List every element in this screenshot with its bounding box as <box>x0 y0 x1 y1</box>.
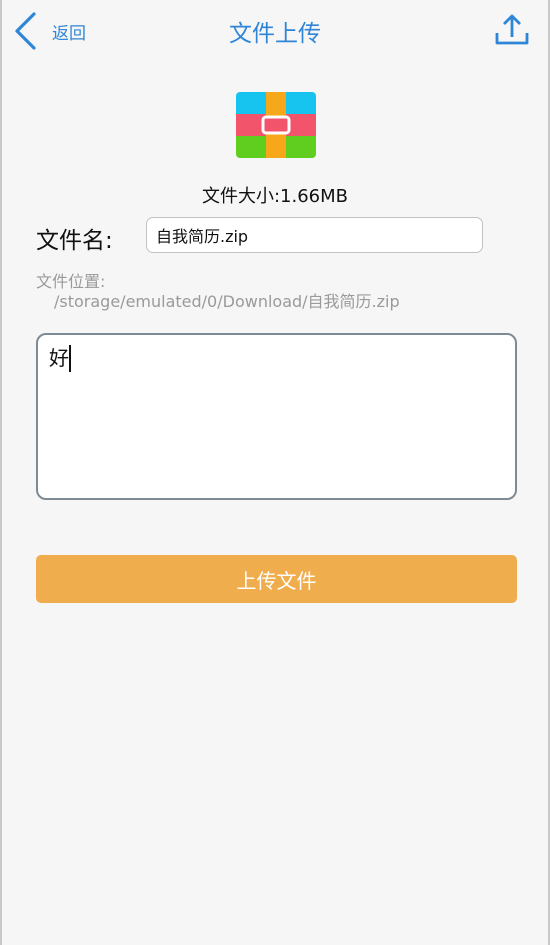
file-name-label: 文件名: <box>36 228 113 254</box>
description-textarea[interactable]: 好 <box>36 333 517 500</box>
file-location-path: /storage/emulated/0/Download/自我简历.zip <box>54 292 400 311</box>
file-upload-screen: 返回 文件上传 文件大小:1.66MB 文件名: 自我简历.zip 文件位置: … <box>0 0 550 945</box>
file-size-text: 文件大小:1.66MB <box>201 186 349 207</box>
archive-file-icon <box>236 92 316 158</box>
text-cursor <box>69 345 71 372</box>
top-bar: 返回 文件上传 <box>2 0 548 62</box>
upload-icon-button[interactable] <box>494 12 530 48</box>
upload-file-button[interactable]: 上传文件 <box>36 555 517 603</box>
upload-icon <box>494 14 530 52</box>
page-title: 文件上传 <box>229 21 321 47</box>
file-name-input[interactable] <box>146 217 483 253</box>
